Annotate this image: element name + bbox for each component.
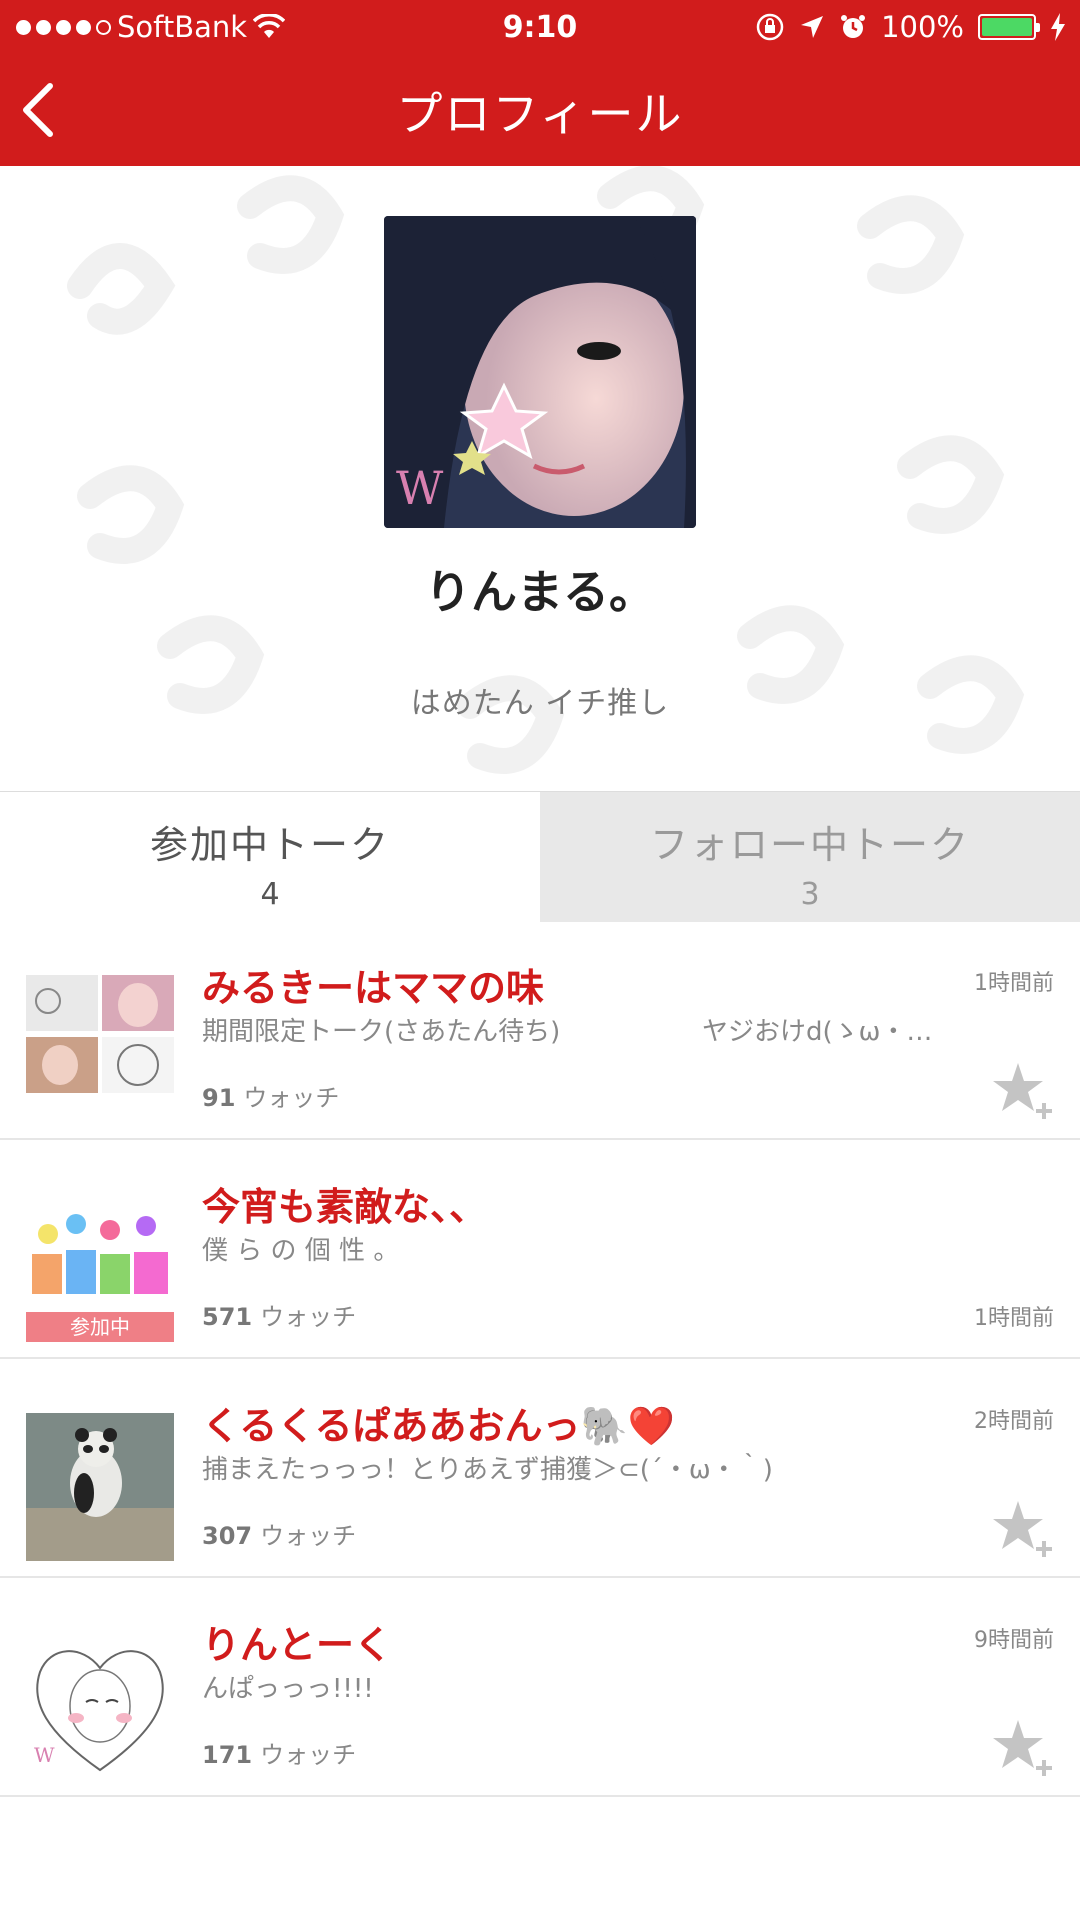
heart-portrait-drawing: W: [26, 1632, 174, 1780]
list-item[interactable]: くるくるぱああおんっ🐘❤️ 捕まえたっっっ！とりあえず捕獲＞⊂(´・ω・｀) 3…: [0, 1359, 1080, 1578]
favorite-button[interactable]: [992, 1499, 1058, 1559]
talk-time: 9時間前: [974, 1628, 1054, 1653]
talk-subtitle-extra: ヤジおけd(ゝω・…: [702, 1017, 933, 1047]
profile-name: りんまる。: [425, 565, 655, 619]
watch-label: ウォッチ: [260, 1741, 357, 1769]
talk-subtitle: 僕 ら の 個 性 。: [202, 1236, 400, 1266]
watch-number: 91: [202, 1084, 236, 1112]
watch-count: 571 ウォッチ: [202, 1297, 356, 1332]
watch-count: 307 ウォッチ: [202, 1516, 356, 1551]
status-right: 100%: [755, 10, 1066, 44]
watch-label: ウォッチ: [243, 1084, 340, 1112]
talk-list: みるきーはママの味 期間限定トーク(さあたん待ち) ヤジおけd(ゝω・… 91 ウ…: [0, 921, 1080, 1797]
tab-following-talks[interactable]: フォロー中トーク 3: [540, 792, 1080, 922]
star-add-icon: [993, 1063, 1052, 1119]
talk-time: 1時間前: [974, 1306, 1054, 1331]
talk-title: 今宵も素敵な、、: [202, 1185, 488, 1229]
talk-thumbnail: [26, 975, 174, 1123]
watch-number: 171: [202, 1741, 253, 1769]
talk-title: りんとーく: [202, 1623, 393, 1667]
watch-label: ウォッチ: [260, 1522, 357, 1550]
rotation-lock-icon: [756, 13, 784, 41]
favorite-button[interactable]: [992, 1061, 1058, 1121]
watch-number: 307: [202, 1522, 253, 1550]
svg-text:W: W: [396, 461, 444, 515]
star-add-icon: [993, 1501, 1052, 1557]
list-item[interactable]: 参加中 今宵も素敵な、、 僕 ら の 個 性 。 571 ウォッチ 1時間前: [0, 1140, 1080, 1359]
favorite-button[interactable]: [992, 1718, 1058, 1778]
list-item[interactable]: みるきーはママの味 期間限定トーク(さあたん待ち) ヤジおけd(ゝω・… 91 ウ…: [0, 921, 1080, 1140]
talk-subtitle: 捕まえたっっっ！とりあえず捕獲＞⊂(´・ω・｀): [202, 1455, 773, 1485]
talk-time: 2時間前: [974, 1409, 1054, 1434]
collage-image: [26, 975, 174, 1123]
watch-count: 91 ウォッチ: [202, 1078, 339, 1113]
location-icon: [801, 16, 824, 38]
page-title: プロフィール: [396, 87, 684, 141]
profile-bio: はめたん イチ推し: [410, 686, 670, 721]
panda-photo: [26, 1413, 174, 1561]
talk-time: 1時間前: [974, 971, 1054, 996]
star-add-icon: [993, 1720, 1052, 1776]
tab-label: 参加中トーク: [149, 823, 390, 867]
tab-joined-talks[interactable]: 参加中トーク 4: [0, 792, 540, 922]
top-bar: SoftBank 9:10 100% プロフィール: [0, 0, 1080, 166]
talk-thumbnail: [26, 1413, 174, 1561]
talk-thumbnail: 参加中: [26, 1194, 174, 1342]
joined-badge: 参加中: [26, 1312, 174, 1342]
status-bar: SoftBank 9:10 100%: [0, 0, 1080, 54]
alarm-icon: [841, 15, 866, 38]
charging-icon: [1051, 13, 1065, 41]
profile-header: W りんまる。 はめたん イチ推し: [0, 166, 1080, 791]
list-item[interactable]: W りんとーく んぱっっっ!!!! 171 ウォッチ 9時間前: [0, 1578, 1080, 1797]
avatar-photo: W: [384, 216, 696, 528]
tab-count: 3: [800, 877, 820, 912]
talk-tabs: 参加中トーク 4 フォロー中トーク 3: [0, 791, 1080, 922]
tab-count: 4: [260, 877, 280, 912]
svg-text:W: W: [34, 1743, 55, 1767]
talk-thumbnail: W: [26, 1632, 174, 1780]
watch-label: ウォッチ: [260, 1303, 357, 1331]
talk-title: みるきーはママの味: [202, 966, 545, 1010]
profile-avatar[interactable]: W: [384, 216, 696, 528]
talk-subtitle: んぱっっっ!!!!: [202, 1674, 374, 1704]
talk-title: くるくるぱああおんっ🐘❤️: [202, 1404, 676, 1448]
battery-icon: [978, 14, 1040, 40]
watch-number: 571: [202, 1303, 253, 1331]
watch-count: 171 ウォッチ: [202, 1735, 356, 1770]
tab-label: フォロー中トーク: [649, 823, 970, 867]
battery-percent: 100%: [881, 10, 964, 44]
